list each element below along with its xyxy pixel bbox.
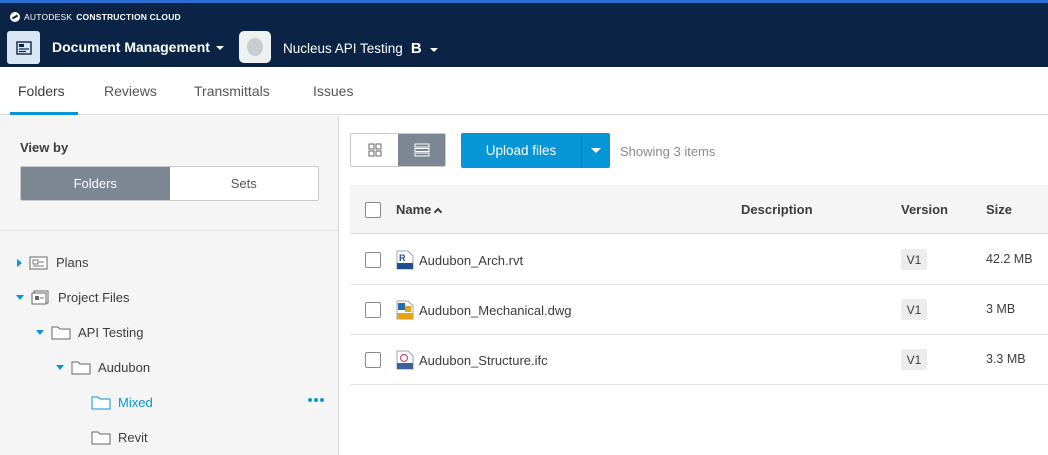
project-avatar <box>239 31 271 63</box>
table-row[interactable]: R Audubon_Arch.rvt V1 42.2 MB <box>350 235 1048 285</box>
column-version[interactable]: Version <box>901 202 948 217</box>
project-files-icon <box>31 290 49 305</box>
folder-icon <box>51 326 71 340</box>
list-view-button[interactable] <box>398 134 445 166</box>
tree-item-label: Audubon <box>98 360 151 375</box>
active-tab-indicator <box>10 112 78 115</box>
version-badge[interactable]: V1 <box>901 249 927 270</box>
row-checkbox[interactable] <box>365 352 381 368</box>
tree-item-label: Plans <box>56 255 89 270</box>
view-by-folders-button[interactable]: Folders <box>21 167 170 200</box>
tree-item-mixed[interactable]: Mixed <box>91 395 153 410</box>
file-name: Audubon_Structure.ifc <box>419 352 548 368</box>
tab-bar: Folders Reviews Transmittals Issues <box>0 67 1048 115</box>
view-mode-toggle <box>350 133 446 167</box>
item-count: Showing 3 items <box>620 144 716 159</box>
collapse-icon[interactable] <box>56 365 64 370</box>
file-name: Audubon_Arch.rvt <box>419 252 524 268</box>
tab-reviews[interactable]: Reviews <box>104 83 157 99</box>
more-options-icon[interactable] <box>308 398 324 402</box>
autodesk-logo-icon <box>10 12 20 22</box>
upload-files-split-button: Upload files <box>461 133 610 168</box>
file-size: 3 MB <box>986 302 1016 316</box>
collapse-icon[interactable] <box>16 295 24 300</box>
file-size: 42.2 MB <box>986 252 1033 266</box>
module-dropdown[interactable]: Document Management <box>52 39 224 55</box>
brand: AUTODESK CONSTRUCTION CLOUD <box>10 11 181 23</box>
folder-icon <box>91 396 111 410</box>
module-title: Document Management <box>52 39 210 55</box>
view-by-sets-button[interactable]: Sets <box>170 167 319 200</box>
svg-text:R: R <box>399 253 406 263</box>
row-checkbox[interactable] <box>365 302 381 318</box>
tree-item-label: Mixed <box>118 395 153 410</box>
version-badge[interactable]: V1 <box>901 299 927 320</box>
tree-item-label: Project Files <box>58 290 130 305</box>
table-row[interactable]: Audubon_Structure.ifc V1 3.3 MB <box>350 335 1048 385</box>
dwg-file-icon <box>396 300 414 320</box>
column-size[interactable]: Size <box>986 202 1012 217</box>
chevron-down-icon <box>429 47 438 52</box>
project-title: Nucleus API Testing <box>283 41 403 56</box>
file-size: 3.3 MB <box>986 352 1026 366</box>
ifc-file-icon <box>396 350 414 370</box>
view-by-toggle: Folders Sets <box>20 166 319 201</box>
file-name-link[interactable]: R Audubon_Arch.rvt <box>396 250 523 270</box>
tree-item-label: API Testing <box>78 325 144 340</box>
brand-prefix: AUTODESK <box>24 12 73 22</box>
divider <box>0 230 338 231</box>
grid-icon <box>368 143 381 157</box>
top-header: AUTODESK CONSTRUCTION CLOUD Document Man… <box>0 0 1048 67</box>
grid-view-button[interactable] <box>351 134 398 166</box>
select-all-checkbox[interactable] <box>365 202 381 218</box>
tree-item-project-files[interactable]: Project Files <box>16 290 130 305</box>
view-by-label: View by <box>20 140 69 155</box>
folder-sidebar: View by Folders Sets Plans Project Files <box>0 116 339 455</box>
chevron-down-icon <box>215 46 224 50</box>
plans-icon <box>29 256 48 270</box>
tab-issues[interactable]: Issues <box>313 83 353 99</box>
folder-icon <box>71 361 91 375</box>
tree-item-plans[interactable]: Plans <box>17 255 89 270</box>
file-name: Audubon_Mechanical.dwg <box>419 302 572 318</box>
row-checkbox[interactable] <box>365 252 381 268</box>
document-management-icon <box>15 40 32 55</box>
rvt-file-icon: R <box>396 250 414 270</box>
module-switcher-icon[interactable] <box>7 31 40 64</box>
project-mark: B <box>410 40 422 57</box>
table-header: Name Description Version Size <box>350 185 1048 234</box>
file-name-link[interactable]: Audubon_Structure.ifc <box>396 350 548 370</box>
column-label: Name <box>396 202 432 217</box>
upload-files-button[interactable]: Upload files <box>461 133 581 168</box>
tree-item-revit[interactable]: Revit <box>91 430 148 445</box>
tab-transmittals[interactable]: Transmittals <box>194 83 270 99</box>
tab-folders[interactable]: Folders <box>18 83 65 99</box>
project-dropdown[interactable]: Nucleus API Testing B <box>283 40 438 57</box>
column-description[interactable]: Description <box>741 202 813 217</box>
folder-icon <box>91 431 111 445</box>
tree-item-label: Revit <box>118 430 148 445</box>
upload-options-dropdown[interactable] <box>581 133 610 168</box>
version-badge[interactable]: V1 <box>901 349 927 370</box>
tree-item-api-testing[interactable]: API Testing <box>36 325 144 340</box>
chevron-down-icon <box>591 148 601 153</box>
file-name-link[interactable]: Audubon_Mechanical.dwg <box>396 300 572 320</box>
expand-icon[interactable] <box>17 258 22 267</box>
list-icon <box>414 143 429 157</box>
tree-item-audubon[interactable]: Audubon <box>56 360 150 375</box>
table-row[interactable]: Audubon_Mechanical.dwg V1 3 MB <box>350 285 1048 335</box>
collapse-icon[interactable] <box>36 330 44 335</box>
brand-product: CONSTRUCTION CLOUD <box>76 12 181 22</box>
sort-ascending-icon <box>434 207 443 217</box>
column-name[interactable]: Name <box>396 202 443 217</box>
